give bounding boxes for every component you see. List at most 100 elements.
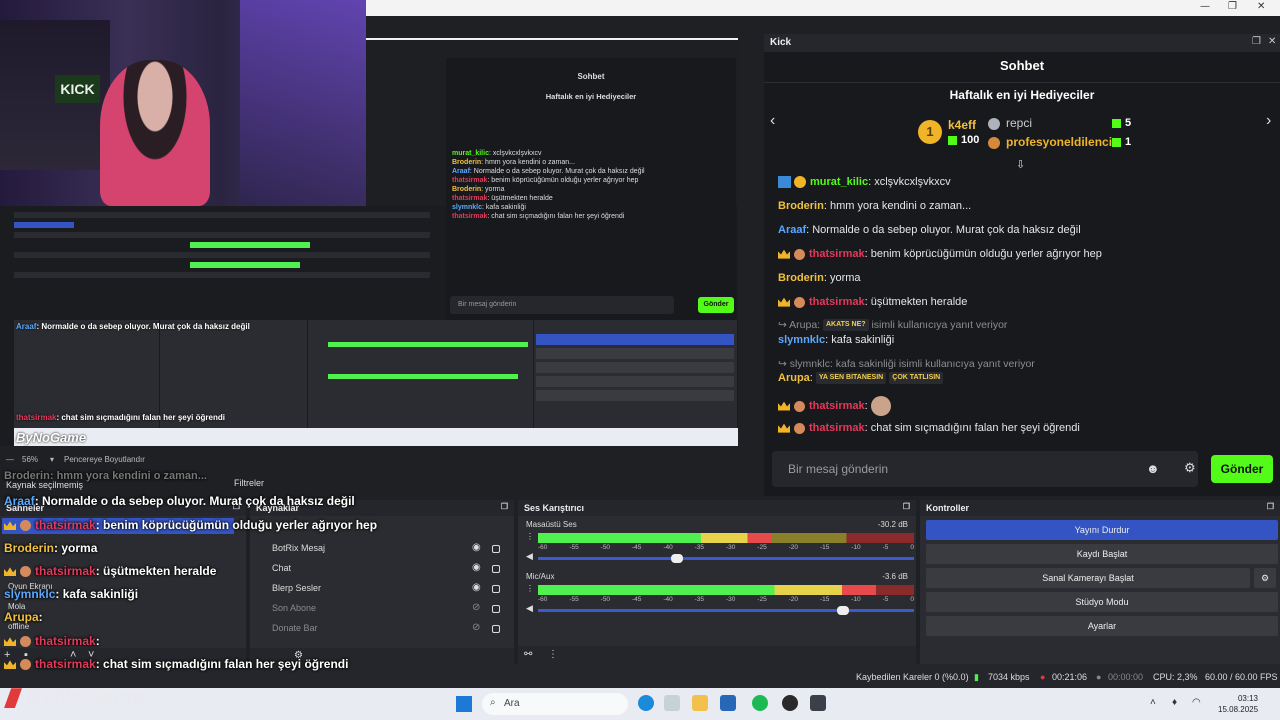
mixer-header: Ses Karıştırıcı ❐	[518, 500, 916, 516]
mini-msg: murat_kilic: xclşvkcxlşvkxcv	[452, 150, 542, 157]
eye-icon[interactable]: ◉	[472, 582, 481, 593]
speaker-icon[interactable]: ◀	[526, 603, 533, 614]
eye-hidden-icon[interactable]: ⊘	[472, 622, 480, 633]
store-icon[interactable]	[720, 695, 736, 711]
taskbar-clock[interactable]: 03:13 15.08.2025	[1218, 693, 1258, 715]
chevron-left-icon[interactable]: ‹	[770, 112, 775, 130]
volume-slider[interactable]	[538, 554, 914, 563]
meter-tick: -55	[569, 544, 579, 551]
mini-msg: thatsirmak: benim köprücüğümün olduğu ye…	[452, 177, 639, 184]
crown-icon	[778, 297, 790, 307]
meter-tick: -50	[600, 544, 611, 551]
close-icon[interactable]: ✕	[1268, 36, 1276, 47]
fit-to-window[interactable]: Pencereye Boyutlandır	[64, 455, 145, 464]
gift-badge-icon	[20, 520, 31, 532]
emote	[870, 396, 891, 416]
scroll-down-icon[interactable]: ⇩	[1016, 158, 1025, 171]
gear-icon[interactable]: ⚙	[1184, 460, 1196, 476]
lock-icon[interactable]	[492, 545, 500, 553]
obs-icon[interactable]	[782, 695, 798, 711]
dropped-frames: Kaybedilen Kareler 0 (%0.0)	[856, 672, 969, 682]
zoom-level[interactable]: 56%	[22, 455, 38, 464]
mini-msg: Broderin: hmm yora kendini o zaman...	[452, 159, 575, 166]
preview-strip	[14, 212, 430, 218]
float-icon[interactable]: ❐	[903, 502, 910, 511]
mini-obs-preview	[14, 320, 738, 428]
mini-chat-title: Sohbet	[577, 72, 605, 81]
live-time: 00:21:06	[1052, 672, 1088, 682]
lock-icon[interactable]	[492, 605, 500, 613]
mini-control	[536, 390, 734, 401]
channel-db: -30.2 dB	[877, 520, 908, 529]
source-item[interactable]: BotRix Mesaj ◉	[250, 538, 512, 558]
meter-ticks: -60 -55 -50 -45 -40 -35 -30 -25 -20 -15 -10 -5 0	[538, 544, 914, 551]
app-icon[interactable]	[810, 695, 826, 711]
crown-icon	[778, 423, 790, 433]
kick-sign: KICK	[55, 75, 100, 103]
lock-icon[interactable]	[492, 625, 500, 633]
source-item[interactable]: Blerp Sesler ◉	[250, 578, 512, 598]
kebab-icon[interactable]: ⋮	[548, 649, 558, 660]
chat-message-input[interactable]	[772, 451, 1152, 487]
source-item[interactable]: Donate Bar ⊘	[250, 618, 512, 638]
controls-header: Kontroller ❐	[920, 500, 1280, 516]
gifters-title: Haftalık en iyi Hediyeciler	[949, 88, 1095, 102]
minimize-icon[interactable]: —	[1200, 1, 1210, 12]
chevron-up-icon[interactable]: ˄	[1150, 697, 1156, 708]
edge-icon[interactable]	[638, 695, 654, 711]
fps: 60.00 / 60.00 FPS	[1205, 672, 1278, 682]
kebab-icon[interactable]: ⋮	[526, 532, 534, 541]
send-button[interactable]: Gönder	[1211, 455, 1273, 483]
slider-knob[interactable]	[836, 606, 849, 615]
gifter-row: profesyoneldilenci	[988, 135, 1112, 149]
microphone-icon[interactable]: ♦	[1172, 697, 1177, 708]
float-icon[interactable]: ❐	[1252, 36, 1261, 47]
lock-icon[interactable]	[492, 565, 500, 573]
meter-tick: -25	[757, 544, 767, 551]
mini-control	[536, 362, 734, 373]
meter-tick: -20	[788, 544, 799, 551]
meter-ticks: -60 -55 -50 -45 -40 -35 -30 -25 -20 -15 -10 -5 0	[538, 596, 914, 603]
mini-chat-input: Bir mesaj gönderin	[450, 296, 674, 314]
stop-stream-button[interactable]: Yayını Durdur	[926, 520, 1278, 540]
meter-tick: -30	[725, 596, 736, 603]
link-icon[interactable]: ⚯	[524, 649, 532, 660]
lock-icon[interactable]	[492, 585, 500, 593]
app-icon[interactable]	[664, 695, 680, 711]
start-recording-button[interactable]: Kaydı Başlat	[926, 544, 1278, 564]
taskbar-search[interactable]: ⌕ Ara	[482, 693, 628, 715]
meter-tick: -25	[757, 596, 767, 603]
source-item[interactable]: Son Abone ⊘	[250, 598, 512, 618]
float-icon[interactable]: ❐	[1267, 502, 1274, 511]
eye-icon[interactable]: ◉	[472, 562, 481, 573]
settings-button[interactable]: Ayarlar	[926, 616, 1278, 636]
close-icon[interactable]: ✕	[1257, 1, 1265, 12]
file-explorer-icon[interactable]	[692, 695, 708, 711]
start-virtual-camera-button[interactable]: Sanal Kamerayı Başlat	[926, 568, 1250, 588]
badge-icon	[794, 176, 806, 189]
mixer-toolbar: ⚯ ⋮	[518, 646, 916, 664]
volume-slider[interactable]	[538, 606, 914, 615]
speaker-icon[interactable]: ◀	[526, 551, 533, 562]
bynogame-watermark: ByNoGame	[4, 684, 145, 710]
chevron-down-icon[interactable]: ▾	[50, 455, 54, 464]
emoji-icon[interactable]: ☻	[1146, 461, 1160, 476]
source-item[interactable]: Chat ◉	[250, 558, 512, 578]
maximize-icon[interactable]: ❐	[1228, 1, 1237, 12]
slider-knob[interactable]	[671, 554, 684, 563]
mini-meter	[328, 342, 528, 347]
eye-hidden-icon[interactable]: ⊘	[472, 602, 480, 613]
collapse-icon[interactable]: —	[6, 455, 14, 464]
wifi-icon[interactable]: ◠	[1192, 697, 1201, 708]
gear-icon[interactable]: ⚙	[1254, 568, 1276, 588]
eye-icon[interactable]: ◉	[472, 542, 481, 553]
studio-mode-button[interactable]: Stüdyo Modu	[926, 592, 1278, 612]
chat-message: thatsirmak:	[778, 396, 891, 416]
float-icon[interactable]: ❐	[501, 502, 508, 511]
kebab-icon[interactable]: ⋮	[526, 584, 534, 593]
chevron-right-icon[interactable]: ›	[1266, 112, 1271, 130]
windows-start-icon[interactable]	[456, 696, 472, 712]
spotify-icon[interactable]	[752, 695, 768, 711]
mini-scenes	[14, 320, 160, 428]
filters-button[interactable]: Filtreler	[234, 478, 264, 488]
